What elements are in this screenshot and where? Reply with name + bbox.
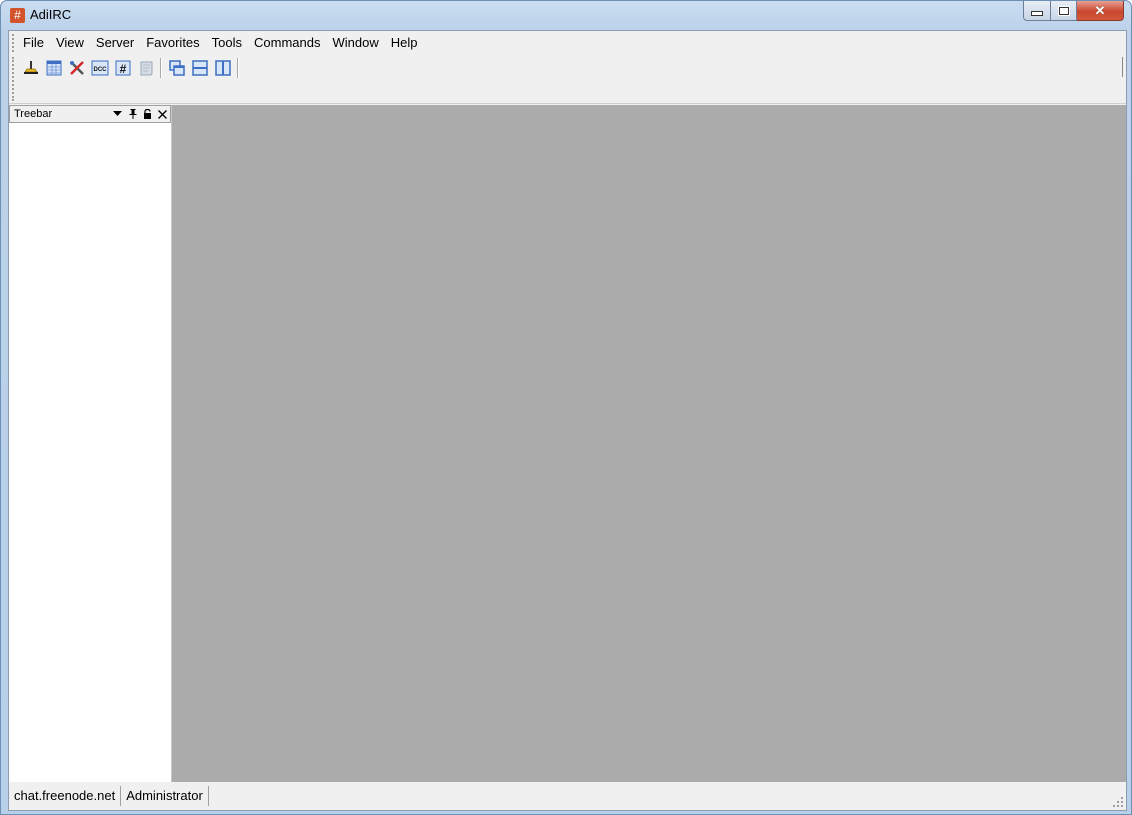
menu-bar: File View Server Favorites Tools Command… [9, 31, 1126, 55]
treebar-title: Treebar [14, 108, 53, 120]
lock-icon [144, 109, 151, 119]
log-button[interactable] [136, 58, 156, 78]
log-scroll-icon [140, 61, 152, 76]
close-icon: ✕ [1094, 2, 1106, 18]
menu-commands[interactable]: Commands [248, 31, 326, 55]
maximize-button[interactable] [1051, 1, 1077, 21]
options-button[interactable] [67, 58, 87, 78]
tile-horizontal-button[interactable] [190, 58, 210, 78]
toolbar-separator [160, 58, 162, 78]
treebar-dropdown-button[interactable] [110, 107, 125, 121]
app-window: # AdiIRC ✕ File View Server Favorites To… [0, 0, 1132, 815]
mdi-workspace[interactable] [172, 105, 1126, 782]
dcc-icon: DCC [91, 60, 108, 76]
menu-tools[interactable]: Tools [206, 31, 248, 55]
minimize-button[interactable] [1023, 1, 1051, 21]
client-area: File View Server Favorites Tools Command… [8, 30, 1127, 811]
tile-vertical-icon [214, 60, 231, 76]
caption-buttons: ✕ [1023, 1, 1124, 21]
tile-vertical-button[interactable] [213, 58, 233, 78]
server-list-icon [46, 60, 61, 76]
dcc-button[interactable]: DCC [90, 58, 110, 78]
status-bar: chat.freenode.net Administrator [9, 782, 1126, 810]
minimize-icon [1031, 11, 1043, 16]
connect-button[interactable] [21, 58, 41, 78]
toolbar-area-border [9, 103, 1126, 104]
tools-icon [69, 61, 84, 75]
server-list-button[interactable] [44, 58, 64, 78]
status-user: Administrator [121, 786, 209, 806]
connect-plug-icon [23, 61, 38, 74]
close-icon [158, 109, 167, 119]
cascade-button[interactable] [167, 58, 187, 78]
window-title: AdiIRC [30, 7, 72, 22]
cascade-windows-icon [168, 60, 185, 76]
chevron-down-icon [113, 111, 122, 116]
menu-file[interactable]: File [17, 31, 50, 55]
svg-text:#: # [119, 62, 126, 76]
treebar-close-button[interactable] [155, 107, 170, 121]
maximize-icon [1057, 5, 1070, 16]
toolbar: DCC # [9, 55, 1126, 81]
channel-list-icon: # [115, 60, 130, 76]
menu-server[interactable]: Server [90, 31, 140, 55]
toolbar-end-separator [1122, 57, 1123, 77]
menu-window[interactable]: Window [327, 31, 385, 55]
tile-horizontal-icon [191, 60, 208, 76]
treebar-lock-button[interactable] [140, 107, 155, 121]
channel-list-button[interactable]: # [113, 58, 133, 78]
menu-favorites[interactable]: Favorites [140, 31, 205, 55]
svg-text:DCC: DCC [93, 67, 107, 73]
treebar-header: Treebar [9, 105, 171, 123]
close-button[interactable]: ✕ [1077, 1, 1124, 21]
menu-help[interactable]: Help [385, 31, 424, 55]
menu-view[interactable]: View [50, 31, 90, 55]
treebar-tree[interactable] [9, 123, 171, 782]
pin-icon [129, 109, 136, 119]
treebar-panel: Treebar [9, 105, 172, 782]
status-server: chat.freenode.net [9, 786, 122, 806]
resize-grip-icon[interactable] [1113, 797, 1123, 807]
title-bar[interactable]: # AdiIRC ✕ [1, 1, 1131, 30]
treebar-pin-button[interactable] [125, 107, 140, 121]
app-icon[interactable]: # [10, 8, 25, 23]
toolbar-separator [237, 58, 239, 78]
